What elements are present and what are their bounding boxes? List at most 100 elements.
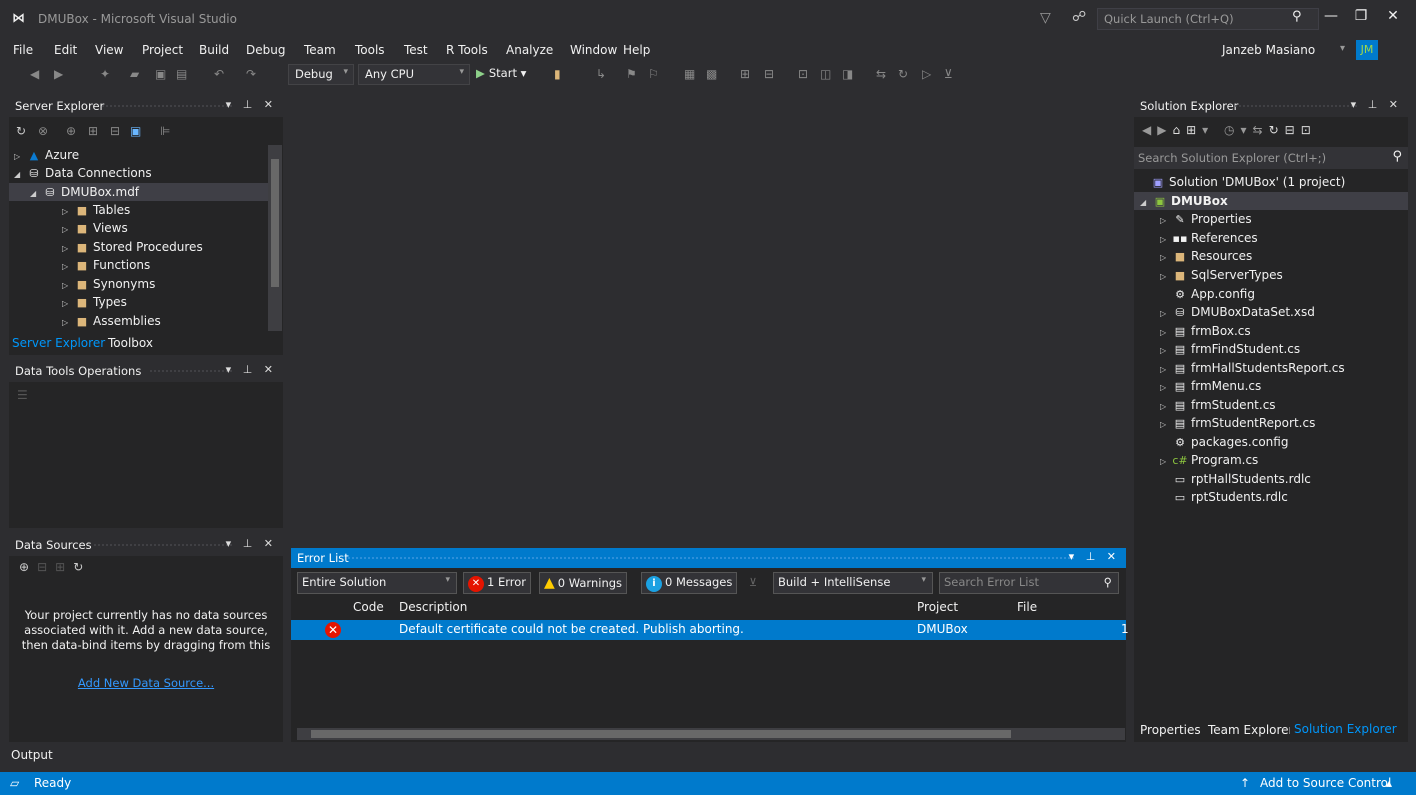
azure-portal-icon[interactable]: ▣ xyxy=(130,124,141,138)
panel-controls[interactable]: ▾ ⊥ ✕ xyxy=(1069,550,1120,563)
align-icon[interactable]: ⊞ xyxy=(740,67,750,81)
sharepoint-icon[interactable]: ⊟ xyxy=(110,124,120,138)
browser-link-icon[interactable]: ▮ xyxy=(554,67,561,81)
build-filter-select[interactable]: Build + IntelliSense ▾ xyxy=(773,572,933,594)
tree-item-rptstudents[interactable]: ▭ rptStudents.rdlc xyxy=(1172,488,1288,506)
tree-item-project-dmubox[interactable]: ◢ ▣ DMUBox xyxy=(1134,192,1408,210)
open-folder-icon[interactable]: ▰ xyxy=(130,67,139,81)
column-project[interactable]: Project xyxy=(917,600,958,614)
layout-icon[interactable]: ▦ xyxy=(684,67,695,81)
menu-view[interactable]: View xyxy=(95,43,123,57)
toolbar-options-icon[interactable]: ⊻ xyxy=(944,67,953,81)
warnings-filter-button[interactable]: ▲ 0 Warnings xyxy=(539,572,628,594)
menu-edit[interactable]: Edit xyxy=(54,43,77,57)
menu-file[interactable]: File xyxy=(13,43,33,57)
refresh-icon[interactable]: ↻ xyxy=(898,67,908,81)
tree-item-frmbox[interactable]: ▷ ▤ frmBox.cs xyxy=(1160,322,1251,340)
solution-search-input[interactable]: Search Solution Explorer (Ctrl+;) ⚲ xyxy=(1134,147,1408,169)
tab-server-explorer[interactable]: Server Explorer xyxy=(12,336,105,350)
tree-item-azure[interactable]: ▷ ▲ Azure xyxy=(14,146,79,164)
solution-explorer-toolbar[interactable]: ◀▶⌂⊞▾ ◷▾⇆↻⊟⊡ xyxy=(1142,123,1317,137)
tree-item-tables[interactable]: ▷ ■ Tables xyxy=(62,201,130,219)
minimize-button[interactable]: — xyxy=(1316,8,1346,24)
tree-item-sqlservertypes[interactable]: ▷ ■ SqlServerTypes xyxy=(1160,266,1283,284)
add-data-source-icon[interactable]: ⊕ xyxy=(19,560,37,574)
add-to-source-control-button[interactable]: Add to Source Control xyxy=(1260,776,1391,790)
chevron-down-icon[interactable]: ▾ xyxy=(1340,43,1345,54)
panel-controls[interactable]: ▾ ⊥ ✕ xyxy=(226,363,277,376)
scrollbar-thumb[interactable] xyxy=(311,730,1011,738)
tree-item-frmhallstudentsreport[interactable]: ▷ ▤ frmHallStudentsReport.cs xyxy=(1160,359,1345,377)
redo-icon[interactable]: ↷ xyxy=(246,67,256,81)
edit-dataset-icon[interactable]: ⊟ xyxy=(37,560,55,574)
output-tab[interactable]: Output xyxy=(11,748,53,762)
scrollbar-thumb[interactable] xyxy=(271,159,279,287)
refresh-icon[interactable]: ↻ xyxy=(16,124,26,138)
tab-solution-explorer[interactable]: Solution Explorer xyxy=(1290,720,1401,738)
menu-analyze[interactable]: Analyze xyxy=(506,43,553,57)
start-button[interactable]: ▶ Start ▾ xyxy=(476,66,526,80)
tree-item-properties[interactable]: ▷ ✎ Properties xyxy=(1160,210,1252,228)
undo-icon[interactable]: ↶ xyxy=(214,67,224,81)
menu-test[interactable]: Test xyxy=(404,43,428,57)
quick-launch-input[interactable]: Quick Launch (Ctrl+Q) xyxy=(1097,8,1319,30)
column-code[interactable]: Code xyxy=(353,600,384,614)
refresh-icon[interactable]: ↻ xyxy=(73,560,91,574)
menu-build[interactable]: Build xyxy=(199,43,229,57)
save-icon[interactable]: ▣ xyxy=(155,67,166,81)
run-icon[interactable]: ▷ xyxy=(922,67,931,81)
tree-item-stored-procedures[interactable]: ▷ ■ Stored Procedures xyxy=(62,238,203,256)
tab-toolbox[interactable]: Toolbox xyxy=(108,336,153,350)
size-icon[interactable]: ◫ xyxy=(820,67,831,81)
tree-item-functions[interactable]: ▷ ■ Functions xyxy=(62,256,150,274)
tab-properties[interactable]: Properties xyxy=(1140,723,1201,737)
menu-tools[interactable]: Tools xyxy=(355,43,385,57)
back-icon[interactable]: ◀ xyxy=(30,67,39,81)
tree-item-references[interactable]: ▷ ▪▪ References xyxy=(1160,229,1258,247)
tree-item-solution[interactable]: ▣ Solution 'DMUBox' (1 project) xyxy=(1150,173,1345,191)
stop-icon[interactable]: ⊗ xyxy=(38,124,48,138)
menu-help[interactable]: Help xyxy=(623,43,650,57)
close-button[interactable]: ✕ xyxy=(1378,8,1408,24)
forward-icon[interactable]: ▶ xyxy=(54,67,63,81)
filter-icon[interactable]: ▽ xyxy=(1040,10,1051,26)
tree-item-frmstudent[interactable]: ▷ ▤ frmStudent.cs xyxy=(1160,396,1276,414)
panel-controls[interactable]: ▾ ⊥ ✕ xyxy=(1351,98,1402,111)
feedback-icon[interactable]: ☍ xyxy=(1072,9,1086,25)
tree-item-app-config[interactable]: ⚙ App.config xyxy=(1172,285,1255,303)
tab-team-explorer[interactable]: Team Explorer xyxy=(1208,723,1294,737)
connect-server-icon[interactable]: ⊞ xyxy=(88,124,98,138)
align-alt-icon[interactable]: ⊟ xyxy=(764,67,774,81)
configure-icon[interactable]: ⊞ xyxy=(55,560,73,574)
tree-item-synonyms[interactable]: ▷ ■ Synonyms xyxy=(62,275,155,293)
menu-debug[interactable]: Debug xyxy=(246,43,285,57)
new-project-icon[interactable]: ✦ xyxy=(100,67,110,81)
tree-item-frmstudentreport[interactable]: ▷ ▤ frmStudentReport.cs xyxy=(1160,414,1315,432)
tree-item-data-connections[interactable]: ◢ ⛁ Data Connections xyxy=(14,164,152,182)
column-description[interactable]: Description xyxy=(399,600,467,614)
chevron-up-icon[interactable]: ▴ xyxy=(1386,776,1392,790)
search-icon[interactable]: ⚲ xyxy=(1292,9,1302,24)
order-icon[interactable]: ⇆ xyxy=(876,67,886,81)
tree-item-assemblies[interactable]: ▷ ■ Assemblies xyxy=(62,312,161,330)
bookmark-next-icon[interactable]: ⚐ xyxy=(648,67,659,81)
properties-icon[interactable]: ⊫ xyxy=(160,124,170,138)
user-name[interactable]: Janzeb Masiano xyxy=(1222,43,1315,57)
error-list-hscrollbar[interactable] xyxy=(297,728,1125,740)
tree-item-dataset[interactable]: ▷ ⛁ DMUBoxDataSet.xsd xyxy=(1160,303,1315,321)
column-file[interactable]: File xyxy=(1017,600,1037,614)
solution-config-select[interactable]: Debug ▾ xyxy=(288,64,354,85)
tree-item-program-cs[interactable]: ▷ c# Program.cs xyxy=(1160,451,1258,469)
spacing-icon[interactable]: ⊡ xyxy=(798,67,808,81)
search-error-list-input[interactable]: Search Error List ⚲ xyxy=(939,572,1119,594)
menu-window[interactable]: Window xyxy=(570,43,617,57)
messages-filter-button[interactable]: i0 Messages xyxy=(641,572,738,594)
tree-item-types[interactable]: ▷ ■ Types xyxy=(62,293,127,311)
clear-filter-icon[interactable]: ⊻ xyxy=(749,576,757,589)
add-new-data-source-link[interactable]: Add New Data Source... xyxy=(9,676,283,690)
panel-controls[interactable]: ▾ ⊥ ✕ xyxy=(226,98,277,111)
center-icon[interactable]: ◨ xyxy=(842,67,853,81)
scope-select[interactable]: Entire Solution ▾ xyxy=(297,572,457,594)
connect-database-icon[interactable]: ⊕ xyxy=(66,124,76,138)
avatar[interactable]: JM xyxy=(1356,40,1378,60)
